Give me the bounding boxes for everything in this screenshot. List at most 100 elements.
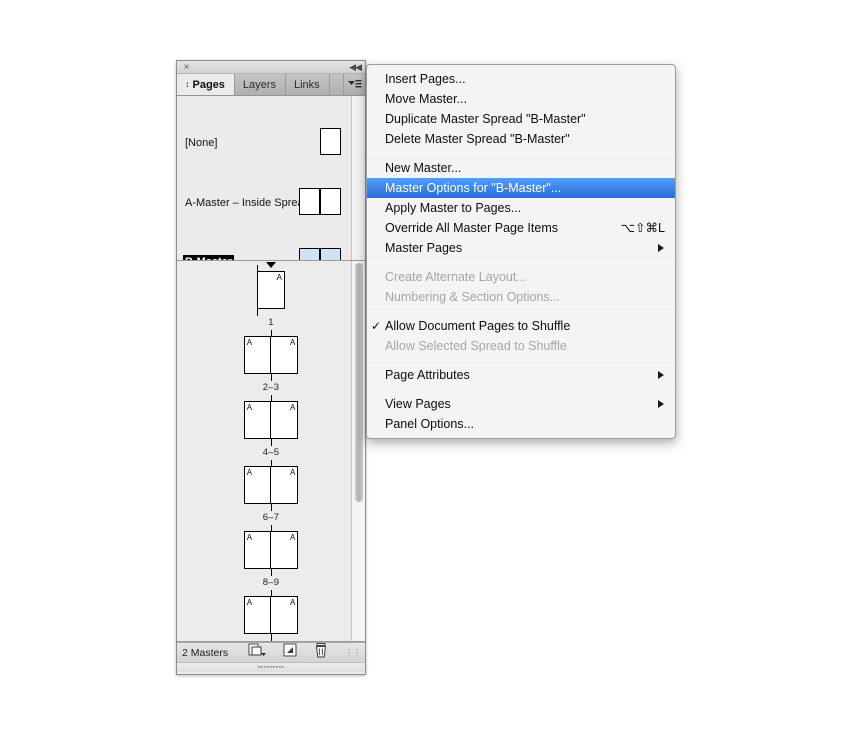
panel-menu-icon[interactable] — [343, 74, 365, 95]
master-thumb-a-master[interactable] — [299, 188, 341, 215]
grip-dots-icon: ▪▪▪▪▪▪▪▪▪ — [257, 664, 285, 671]
master-thumb-page-right — [320, 248, 341, 260]
page-master-letter: A — [276, 273, 282, 282]
menu-item-insert-pages[interactable]: Insert Pages... — [367, 69, 675, 89]
menu-item-shortcut: ⌥⇧⌘L — [620, 221, 665, 235]
page-master-letter: A — [246, 468, 253, 477]
pages-scrollbar-thumb[interactable] — [355, 263, 363, 503]
panel-tab-row: ↕ Pages Layers Links — [177, 74, 365, 96]
new-page-from-master-icon[interactable] — [248, 643, 266, 662]
collapse-panel-icon[interactable]: ◀◀ — [349, 62, 362, 73]
page-thumb[interactable]: A — [270, 401, 299, 439]
menu-item-apply-master-to-pages[interactable]: Apply Master to Pages... — [367, 198, 675, 218]
master-thumb-b-master[interactable] — [299, 248, 341, 260]
spread-3-thumbs[interactable]: A A — [243, 395, 299, 446]
menu-item-label: Delete Master Spread "B-Master" — [385, 132, 570, 146]
pages-scrollbar[interactable] — [351, 261, 365, 641]
page-thumb[interactable]: A — [257, 271, 285, 309]
spread-4[interactable]: A A 6–7 — [177, 460, 365, 523]
menu-separator — [367, 153, 675, 154]
spread-6-thumbs[interactable]: A A — [243, 590, 299, 641]
master-row-a-master[interactable]: A-Master – Inside Spread — [177, 126, 365, 215]
document-pages-area[interactable]: A 1 A A 2–3 A A 4–5 A A 6–7 A A 8–9 A A — [177, 261, 365, 642]
spread-2[interactable]: A A 2–3 — [177, 330, 365, 393]
tab-pages[interactable]: ↕ Pages — [177, 74, 235, 95]
spread-1-thumbs[interactable]: A — [257, 262, 285, 316]
page-master-letter: A — [246, 533, 253, 542]
page-master-letter: A — [246, 403, 253, 412]
spread-6[interactable]: A A 10–11 — [177, 590, 365, 641]
tab-layers-label: Layers — [242, 78, 276, 91]
menu-item-override-all-master-page-items[interactable]: Override All Master Page Items ⌥⇧⌘L — [367, 218, 675, 238]
master-row-b-master[interactable]: B-Master — [177, 156, 365, 260]
master-row-none[interactable]: [None] — [177, 96, 365, 155]
page-thumb[interactable]: A — [243, 336, 272, 374]
tab-drag-handle-icon: ↕ — [185, 79, 190, 89]
close-icon[interactable]: × — [181, 62, 192, 73]
menu-item-delete-master-spread[interactable]: Delete Master Spread "B-Master" — [367, 129, 675, 149]
menu-item-new-master[interactable]: New Master... — [367, 158, 675, 178]
submenu-arrow-icon — [658, 400, 664, 408]
page-thumb[interactable]: A — [243, 466, 272, 504]
panel-bottom-grip[interactable]: ▪▪▪▪▪▪▪▪▪ — [177, 662, 365, 672]
create-new-page-icon[interactable] — [283, 643, 297, 662]
panel-resize-grip-icon[interactable]: ⋮⋮ — [345, 648, 361, 657]
menu-item-label: Duplicate Master Spread "B-Master" — [385, 112, 586, 126]
spread-2-thumbs[interactable]: A A — [243, 330, 299, 381]
spread-1-label: 1 — [268, 317, 274, 328]
panel-status-bar: 2 Masters ⋮⋮ — [177, 642, 365, 662]
page-thumb[interactable]: A — [270, 596, 299, 634]
page-thumb[interactable]: A — [270, 466, 299, 504]
menu-separator — [367, 389, 675, 390]
menu-item-move-master[interactable]: Move Master... — [367, 89, 675, 109]
menu-item-panel-options[interactable]: Panel Options... — [367, 414, 675, 434]
spread-3[interactable]: A A 4–5 — [177, 395, 365, 458]
menu-separator — [367, 360, 675, 361]
tab-layers[interactable]: Layers — [234, 74, 286, 95]
menu-item-label: Allow Document Pages to Shuffle — [385, 319, 571, 333]
menu-item-allow-document-pages-to-shuffle[interactable]: ✓ Allow Document Pages to Shuffle — [367, 316, 675, 336]
spread-2-label: 2–3 — [262, 382, 280, 393]
page-thumb[interactable]: A — [243, 596, 272, 634]
master-label-a-master: A-Master – Inside Spread — [185, 197, 310, 209]
page-master-letter: A — [289, 468, 296, 477]
masters-list[interactable]: [None] A-Master – Inside Spread B-Master — [177, 96, 365, 261]
pages-panel: × ◀◀ ↕ Pages Layers Links [None] A-Maste… — [176, 60, 366, 675]
tab-row-filler — [329, 74, 343, 95]
tab-links[interactable]: Links — [285, 74, 330, 95]
menu-item-view-pages[interactable]: View Pages — [367, 394, 675, 414]
menu-item-create-alternate-layout: Create Alternate Layout... — [367, 267, 675, 287]
delete-page-icon[interactable] — [314, 642, 328, 663]
master-thumb-page-left — [299, 248, 320, 260]
current-spread-marker-icon — [266, 262, 276, 268]
tab-links-label: Links — [293, 78, 320, 91]
menu-item-label: Numbering & Section Options... — [385, 290, 561, 304]
page-master-letter: A — [289, 338, 296, 347]
menu-item-master-pages[interactable]: Master Pages — [367, 238, 675, 258]
menu-item-label: Allow Selected Spread to Shuffle — [385, 339, 567, 353]
page-thumb[interactable]: A — [270, 336, 299, 374]
page-master-letter: A — [246, 338, 253, 347]
spread-1[interactable]: A 1 — [177, 262, 365, 328]
master-thumb-page-left — [299, 188, 320, 215]
menu-item-label: Master Options for "B-Master"... — [385, 181, 562, 195]
spread-5-label: 8–9 — [262, 577, 280, 588]
menu-item-duplicate-master-spread[interactable]: Duplicate Master Spread "B-Master" — [367, 109, 675, 129]
submenu-arrow-icon — [658, 371, 664, 379]
menu-item-label: Master Pages — [385, 241, 463, 255]
spread-5-thumbs[interactable]: A A — [243, 525, 299, 576]
page-thumb[interactable]: A — [243, 531, 272, 569]
spread-3-label: 4–5 — [262, 447, 280, 458]
page-thumb[interactable]: A — [270, 531, 299, 569]
spread-4-thumbs[interactable]: A A — [243, 460, 299, 511]
page-thumb[interactable]: A — [243, 401, 272, 439]
submenu-arrow-icon — [658, 244, 664, 252]
menu-item-page-attributes[interactable]: Page Attributes — [367, 365, 675, 385]
checkmark-icon: ✓ — [371, 319, 382, 333]
status-bar-icons: ⋮⋮ — [248, 642, 361, 663]
masters-count-label: 2 Masters — [182, 646, 229, 659]
master-thumb-page-right — [320, 188, 341, 215]
menu-item-master-options[interactable]: Master Options for "B-Master"... — [367, 178, 675, 198]
spread-5[interactable]: A A 8–9 — [177, 525, 365, 588]
menu-item-label: Apply Master to Pages... — [385, 201, 522, 215]
